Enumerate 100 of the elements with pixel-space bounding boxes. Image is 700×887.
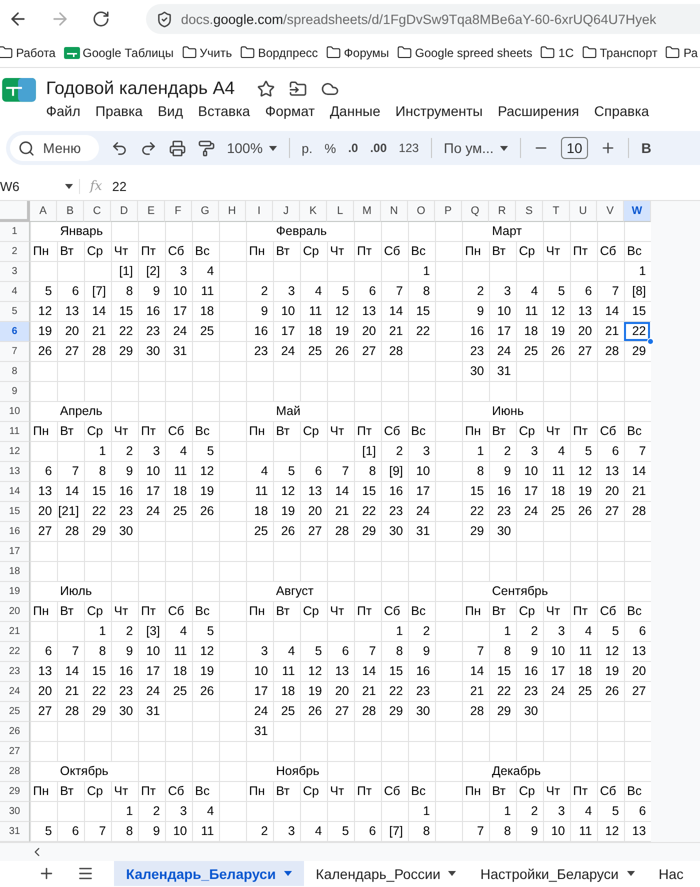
column-header[interactable]: L (327, 201, 354, 222)
bookmark[interactable]: Работа (0, 45, 56, 60)
sheet-list-icon[interactable] (77, 865, 94, 882)
spreadsheet-logo[interactable] (2, 78, 36, 102)
row-header[interactable]: 16 (0, 522, 30, 542)
bookmark[interactable]: Учить (182, 45, 232, 60)
sheet-tab[interactable]: Нас (646, 861, 696, 886)
bookmark[interactable]: Транспорт (582, 45, 658, 60)
document-title[interactable]: Годовой календарь А4 (46, 78, 235, 99)
menu-search[interactable]: Меню (10, 135, 99, 161)
sheet-tab[interactable]: Настройки_Беларуси (468, 861, 647, 886)
name-box[interactable]: W6 (0, 179, 80, 194)
row-header[interactable]: 3 (0, 262, 30, 282)
row-header[interactable]: 10 (0, 402, 30, 422)
menu-item[interactable]: Инструменты (395, 103, 483, 119)
column-header[interactable]: O (408, 201, 435, 222)
increase-decimals[interactable]: .00 (370, 141, 387, 155)
font-dropdown[interactable]: По ум... (444, 140, 508, 156)
menu-item[interactable]: Справка (594, 103, 650, 119)
row-header[interactable]: 28 (0, 762, 30, 782)
column-header[interactable]: J (273, 201, 300, 222)
bookmark[interactable]: 1C (540, 45, 574, 60)
menu-item[interactable]: Правка (95, 103, 143, 119)
star-icon[interactable] (256, 80, 275, 98)
column-header[interactable]: M (354, 201, 381, 222)
menu-item[interactable]: Вставка (198, 103, 250, 119)
menu-item[interactable]: Файл (46, 103, 80, 119)
row-header[interactable]: 22 (0, 642, 30, 662)
add-sheet-icon[interactable] (38, 865, 55, 882)
column-header[interactable]: B (57, 201, 84, 222)
sheet-tab[interactable]: Календарь_Беларуси (114, 861, 304, 886)
row-header[interactable]: 27 (0, 742, 30, 762)
column-header[interactable]: P (435, 201, 462, 222)
row-header[interactable]: 1 (0, 222, 30, 242)
row-header[interactable]: 30 (0, 802, 30, 822)
menu-item[interactable]: Расширения (498, 103, 580, 119)
row-header[interactable]: 29 (0, 782, 30, 802)
formula-value[interactable]: 22 (112, 179, 127, 194)
column-header[interactable]: W (624, 201, 651, 222)
column-header[interactable]: D (111, 201, 138, 222)
column-header[interactable]: A (30, 201, 57, 222)
column-header[interactable]: G (192, 201, 219, 222)
menu-item[interactable]: Вид (158, 103, 184, 119)
bold-button[interactable]: B (641, 140, 652, 156)
row-header[interactable]: 18 (0, 562, 30, 582)
row-header[interactable]: 4 (0, 282, 30, 302)
row-header[interactable]: 14 (0, 482, 30, 502)
sheet-tab[interactable]: Календарь_России (304, 861, 468, 886)
row-header[interactable]: 23 (0, 662, 30, 682)
zoom-dropdown[interactable]: 100% (226, 140, 277, 156)
row-header[interactable]: 19 (0, 582, 30, 602)
row-header[interactable]: 6 (0, 322, 30, 342)
address-bar[interactable]: docs.google.com/spreadsheets/d/1FgDvSw9Tqa8MBe6aY-60-6xrUQ64U7Hyek (146, 4, 700, 34)
percent-format[interactable]: % (324, 140, 336, 156)
reload-icon[interactable] (92, 10, 110, 28)
row-header[interactable]: 20 (0, 602, 30, 622)
row-header[interactable]: 7 (0, 342, 30, 362)
bookmark[interactable]: Вордпресс (240, 45, 318, 60)
column-header[interactable]: H (219, 201, 246, 222)
bookmark[interactable]: Google Таблицы (64, 46, 174, 60)
paint-format-icon[interactable] (198, 140, 215, 156)
column-header[interactable]: C (84, 201, 111, 222)
column-header[interactable]: R (489, 201, 516, 222)
row-header[interactable]: 8 (0, 362, 30, 382)
undo-icon[interactable] (110, 140, 128, 156)
row-header[interactable]: 13 (0, 462, 30, 482)
column-header[interactable]: N (381, 201, 408, 222)
row-header[interactable]: 9 (0, 382, 30, 402)
column-header[interactable]: F (165, 201, 192, 222)
row-header[interactable]: 2 (0, 242, 30, 262)
column-header[interactable]: T (543, 201, 570, 222)
column-header[interactable]: E (138, 201, 165, 222)
row-header[interactable]: 15 (0, 502, 30, 522)
column-header[interactable]: U (570, 201, 597, 222)
currency-format[interactable]: р. (302, 140, 312, 156)
row-header[interactable]: 31 (0, 822, 30, 842)
shield-icon[interactable] (156, 10, 173, 28)
row-header[interactable]: 17 (0, 542, 30, 562)
bookmark[interactable]: Форумы (326, 45, 389, 60)
column-header[interactable]: K (300, 201, 327, 222)
menu-item[interactable]: Данные (330, 103, 380, 119)
print-icon[interactable] (168, 140, 186, 156)
row-header[interactable]: 26 (0, 722, 30, 742)
menu-item[interactable]: Формат (265, 103, 315, 119)
bookmark[interactable]: Ра (665, 45, 698, 60)
row-header[interactable]: 24 (0, 682, 30, 702)
bookmark[interactable]: Google spreed sheets (396, 45, 532, 60)
column-header[interactable]: Q (462, 201, 489, 222)
row-header[interactable]: 25 (0, 702, 30, 722)
column-header[interactable]: I (246, 201, 273, 222)
column-header[interactable]: V (597, 201, 624, 222)
move-folder-icon[interactable] (288, 80, 307, 98)
redo-icon[interactable] (140, 140, 157, 156)
decrease-decimals[interactable]: .0 (348, 141, 358, 155)
column-header[interactable]: S (516, 201, 543, 222)
font-size-field[interactable]: 10 (560, 137, 588, 159)
row-header[interactable]: 11 (0, 422, 30, 442)
row-header[interactable]: 21 (0, 622, 30, 642)
row-header[interactable]: 5 (0, 302, 30, 322)
row-header[interactable]: 12 (0, 442, 30, 462)
